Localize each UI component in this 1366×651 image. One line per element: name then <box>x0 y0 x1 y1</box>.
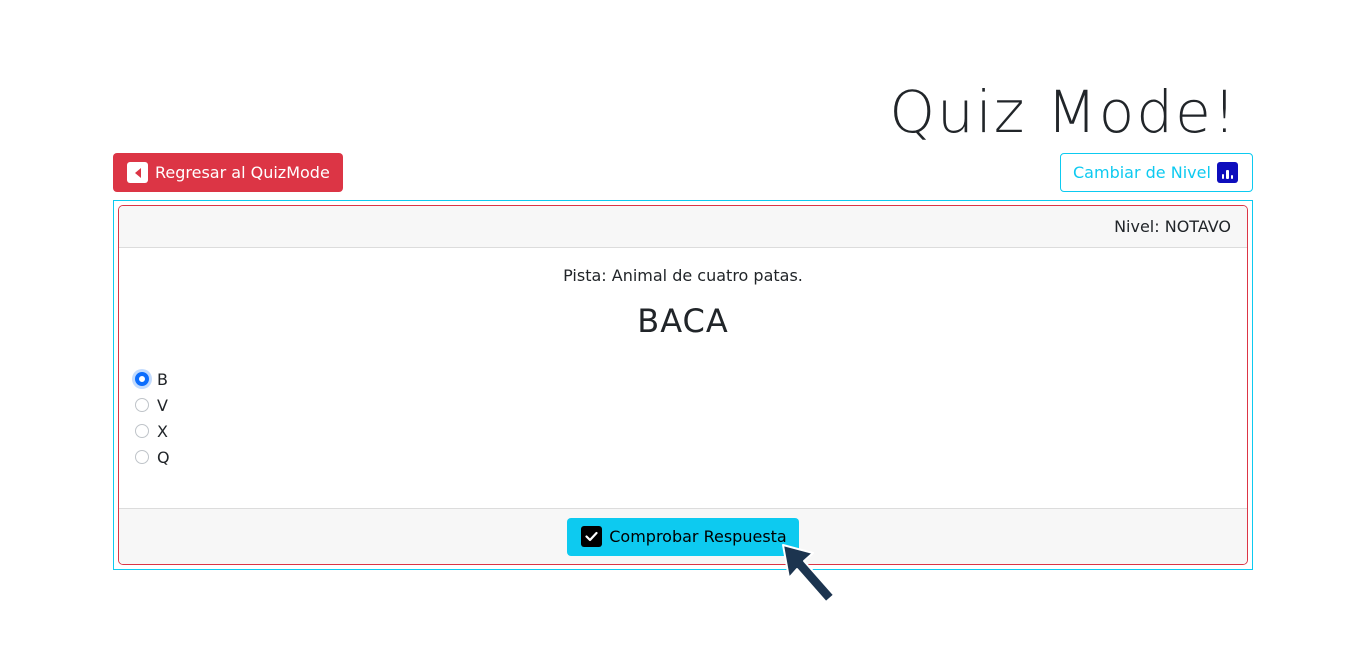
option-label: X <box>157 421 168 441</box>
caret-left-icon <box>127 162 148 183</box>
radio-option-b[interactable] <box>135 372 149 386</box>
quiz-word: BACA <box>637 302 729 340</box>
option-label: V <box>157 395 168 415</box>
card-body: Pista: Animal de cuatro patas. BACA B V … <box>119 248 1247 510</box>
card-footer: Comprobar Respuesta <box>119 508 1247 564</box>
answer-options: B V X Q <box>135 366 170 470</box>
hint-text: Pista: Animal de cuatro patas. <box>563 266 803 285</box>
option-q[interactable]: Q <box>135 444 170 470</box>
change-level-button[interactable]: Cambiar de Nivel <box>1060 153 1253 192</box>
check-answer-label: Comprobar Respuesta <box>609 527 787 546</box>
card-header: Nivel: NOTAVO <box>119 206 1247 248</box>
option-v[interactable]: V <box>135 392 170 418</box>
option-x[interactable]: X <box>135 418 170 444</box>
quiz-card: Nivel: NOTAVO Pista: Animal de cuatro pa… <box>118 205 1248 565</box>
page-title: Quiz Mode! <box>889 78 1238 146</box>
change-level-label: Cambiar de Nivel <box>1073 163 1211 182</box>
check-answer-button[interactable]: Comprobar Respuesta <box>567 517 799 556</box>
radio-option-x[interactable] <box>135 424 149 438</box>
option-label: Q <box>157 447 170 467</box>
check-square-icon <box>581 526 603 547</box>
radio-option-v[interactable] <box>135 398 149 412</box>
option-b[interactable]: B <box>135 366 170 392</box>
option-label: B <box>157 369 168 389</box>
back-to-quizmode-button[interactable]: Regresar al QuizMode <box>113 153 343 192</box>
back-button-label: Regresar al QuizMode <box>155 163 330 182</box>
bar-chart-icon <box>1216 162 1238 183</box>
radio-option-q[interactable] <box>135 450 149 464</box>
level-indicator: Nivel: NOTAVO <box>1114 217 1231 236</box>
